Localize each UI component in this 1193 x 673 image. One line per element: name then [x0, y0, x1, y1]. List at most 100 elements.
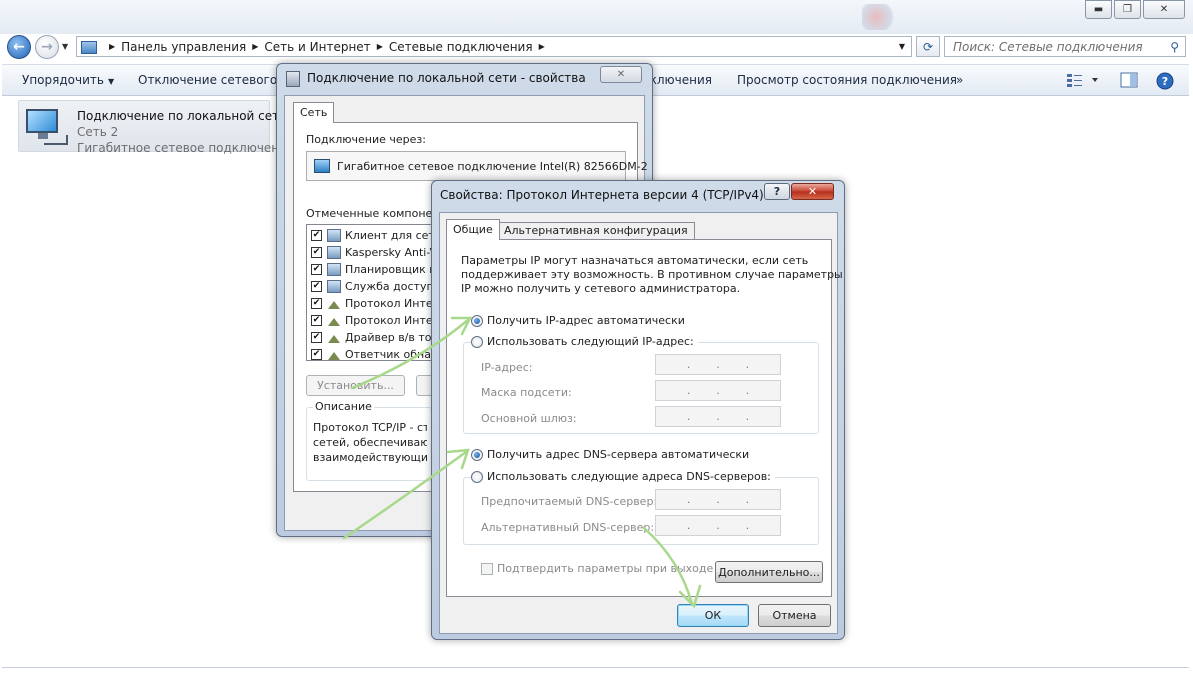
- help-button[interactable]: ?: [764, 183, 790, 200]
- history-dropdown-icon[interactable]: ▼: [62, 42, 68, 51]
- validate-on-exit-checkbox[interactable]: Подтвердить параметры при выходе: [481, 562, 713, 575]
- component-item[interactable]: ✔Планировщик пакетов QoS: [311, 261, 445, 278]
- checkbox-checked-icon[interactable]: ✔: [311, 264, 322, 275]
- radio-unselected-icon: [471, 335, 483, 348]
- subnet-mask-label: Маска подсети:: [481, 386, 572, 399]
- tab-alternate-config[interactable]: Альтернативная конфигурация: [497, 222, 695, 239]
- dialog-title: Свойства: Протокол Интернета версии 4 (T…: [440, 188, 764, 202]
- checkbox-checked-icon[interactable]: ✔: [311, 281, 322, 292]
- connection-name: Подключение по локальной сети: [77, 109, 287, 123]
- connection-network: Сеть 2: [77, 125, 119, 139]
- breadcrumb-network-connections[interactable]: Сетевые подключения: [389, 40, 533, 54]
- component-item[interactable]: ✔Клиент для сетей Microsoft: [311, 227, 445, 244]
- component-item[interactable]: ✔Драйвер в/в тополога канального уровня: [311, 329, 445, 346]
- preferred-dns-label: Предпочитаемый DNS-сервер:: [481, 495, 658, 508]
- checkbox-checked-icon[interactable]: ✔: [311, 298, 322, 309]
- dialog-title: Подключение по локальной сети - свойства: [307, 71, 586, 85]
- ip-auto-radio[interactable]: Получить IP-адрес автоматически: [471, 314, 685, 327]
- maximize-button[interactable]: ❐: [1114, 0, 1141, 19]
- blurred-logo: [862, 4, 898, 30]
- preview-pane-icon[interactable]: [1120, 72, 1138, 91]
- adapter-box: Гигабитное сетевое подключение Intel(R) …: [306, 151, 648, 181]
- default-gateway-label: Основной шлюз:: [481, 412, 577, 425]
- ok-button[interactable]: ОК: [677, 604, 749, 627]
- protocol-icon: [327, 348, 341, 360]
- component-item[interactable]: ✔Протокол Интернета версии 4 (TCP/IPv4): [311, 312, 445, 329]
- network-adapter-icon: [24, 107, 68, 147]
- dns-manual-radio[interactable]: Использовать следующие адреса DNS-сервер…: [471, 470, 775, 483]
- adapter-name: Гигабитное сетевое подключение Intel(R) …: [337, 160, 648, 173]
- network-client-icon: [327, 280, 341, 293]
- default-gateway-field[interactable]: ...: [655, 406, 781, 427]
- search-icon[interactable]: ⚲: [1170, 40, 1179, 54]
- view-status-button[interactable]: Просмотр состояния подключения: [737, 73, 957, 87]
- organize-menu[interactable]: Упорядочить ▼: [22, 73, 114, 87]
- network-client-icon: [327, 246, 341, 259]
- component-item[interactable]: ✔Служба доступа к файлам и принтерам: [311, 278, 445, 295]
- alternate-dns-field[interactable]: ...: [655, 515, 781, 536]
- tab-network[interactable]: Сеть: [293, 102, 335, 123]
- address-row: ← → ▼ ▶ Панель управления ▶ Сеть и Интер…: [0, 34, 1193, 60]
- components-label: Отмеченные компоненты используются этим …: [306, 207, 431, 220]
- minimize-button[interactable]: ▬: [1085, 0, 1112, 19]
- component-item[interactable]: ✔Протокол Интернета версии 6 (TCP/IPv6): [311, 295, 445, 312]
- chevron-right-icon[interactable]: ▶: [109, 42, 115, 51]
- ip-manual-radio[interactable]: Использовать следующий IP-адрес:: [471, 335, 698, 348]
- help-icon[interactable]: ?: [1156, 72, 1174, 93]
- window-close-button[interactable]: ✕: [1143, 0, 1185, 19]
- subnet-mask-field[interactable]: ...: [655, 380, 781, 401]
- checkbox-checked-icon[interactable]: ✔: [311, 332, 322, 343]
- alternate-dns-label: Альтернативный DNS-сервер:: [481, 521, 655, 534]
- network-icon: [286, 71, 300, 87]
- radio-selected-icon: [471, 314, 483, 327]
- search-input[interactable]: Поиск: Сетевые подключения ⚲: [944, 36, 1186, 57]
- back-button[interactable]: ←: [7, 35, 31, 59]
- caption-buttons: ▬ ❐ ✕: [1083, 0, 1185, 19]
- checkbox-checked-icon[interactable]: ✔: [311, 230, 322, 241]
- component-item[interactable]: ✔Kaspersky Anti-Virus NDIS 6 Filter: [311, 244, 445, 261]
- chevron-right-icon[interactable]: ▶: [252, 42, 258, 51]
- ip-address-label: IP-адрес:: [481, 361, 533, 374]
- checkbox-unchecked-icon: [481, 562, 493, 575]
- refresh-button[interactable]: ⟳: [916, 36, 940, 57]
- radio-selected-icon: [471, 448, 483, 461]
- rename-connection-button[interactable]: Переименование подключения: [652, 73, 712, 87]
- ip-address-field[interactable]: ...: [655, 354, 781, 375]
- preferred-dns-field[interactable]: ...: [655, 489, 781, 510]
- close-button[interactable]: ✕: [600, 66, 642, 83]
- dns-auto-radio[interactable]: Получить адрес DNS-сервера автоматически: [471, 448, 749, 461]
- components-list[interactable]: ✔Клиент для сетей Microsoft✔Kaspersky An…: [306, 224, 446, 361]
- control-panel-icon: [81, 40, 97, 54]
- advanced-button[interactable]: Дополнительно...: [715, 561, 823, 583]
- network-adapter-icon: [314, 159, 330, 173]
- protocol-icon: [327, 331, 341, 344]
- forward-button[interactable]: →: [35, 35, 59, 59]
- tab-general[interactable]: Общие: [446, 219, 500, 240]
- address-bar[interactable]: ▶ Панель управления ▶ Сеть и Интернет ▶ …: [76, 36, 912, 57]
- views-icon[interactable]: [1066, 72, 1100, 91]
- breadcrumb-network-internet[interactable]: Сеть и Интернет: [264, 40, 370, 54]
- close-button[interactable]: ✕: [791, 183, 834, 200]
- description-title: Описание: [313, 400, 374, 413]
- checkbox-checked-icon[interactable]: ✔: [311, 247, 322, 258]
- svg-text:?: ?: [1162, 75, 1168, 88]
- checkbox-checked-icon[interactable]: ✔: [311, 315, 322, 326]
- breadcrumb-control-panel[interactable]: Панель управления: [121, 40, 246, 54]
- description-text: Протокол TCP/IP - стандартный сетей, обе…: [313, 421, 427, 464]
- general-tab-panel: Параметры IP могут назначаться автоматич…: [446, 239, 843, 597]
- more-commands-button[interactable]: »: [956, 73, 963, 87]
- install-button[interactable]: Установить...: [306, 375, 405, 396]
- radio-unselected-icon: [471, 470, 483, 483]
- protocol-icon: [327, 314, 341, 327]
- network-client-icon: [327, 229, 341, 242]
- component-item[interactable]: ✔Ответчик обнаружения топологии: [311, 346, 445, 360]
- chevron-right-icon[interactable]: ▶: [377, 42, 383, 51]
- window-titlebar: ▬ ❐ ✕: [0, 0, 1193, 34]
- chevron-right-icon[interactable]: ▶: [539, 42, 545, 51]
- address-dropdown-icon[interactable]: ▼: [899, 42, 905, 51]
- description-group: Описание Протокол TCP/IP - стандартный с…: [306, 400, 432, 481]
- connection-item-local[interactable]: Подключение по локальной сети Сеть 2 Гиг…: [18, 100, 291, 155]
- checkbox-checked-icon[interactable]: ✔: [311, 349, 322, 360]
- cancel-button[interactable]: Отмена: [758, 604, 831, 627]
- connect-via-label: Подключение через:: [306, 133, 426, 146]
